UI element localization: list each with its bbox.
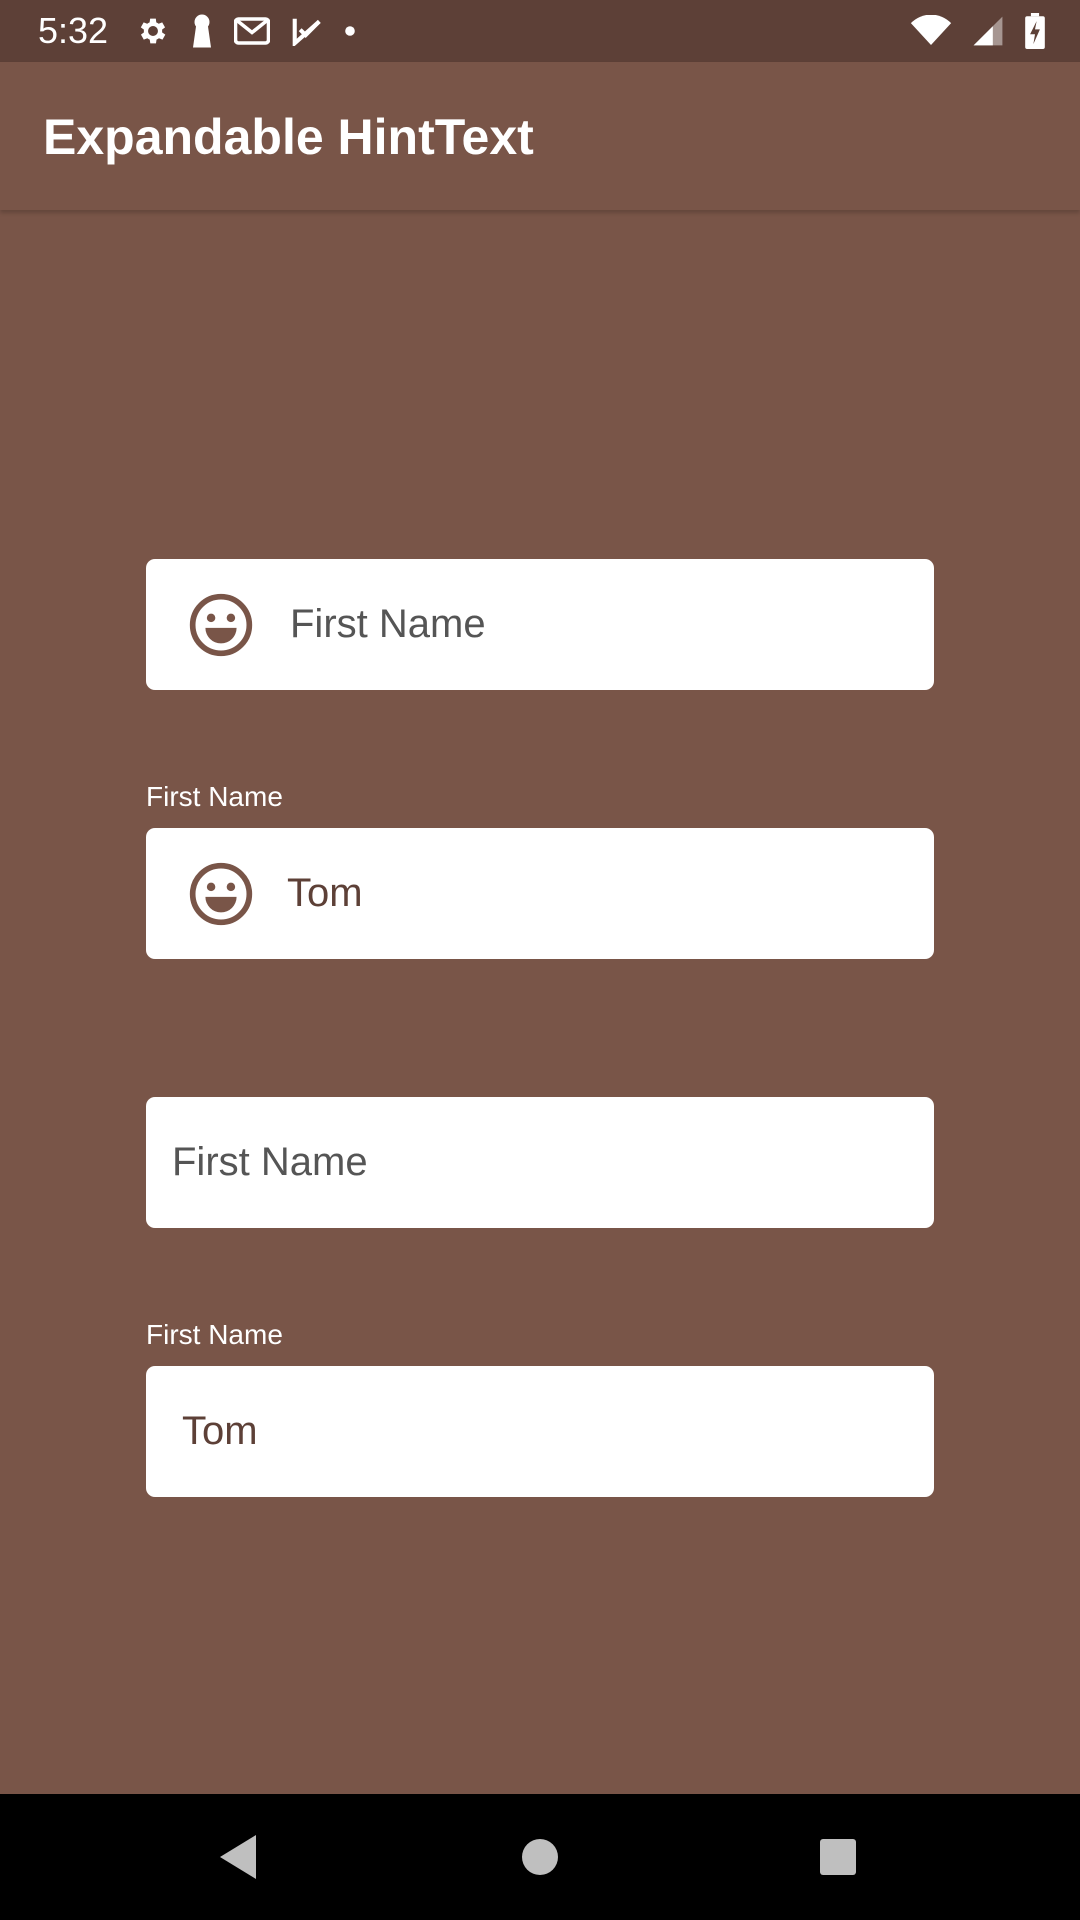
first-name-field-with-icon[interactable]: First Name [146,559,934,690]
gear-icon [140,18,166,44]
first-name-floating-label: First Name [146,781,283,812]
recents-button[interactable] [808,1827,868,1887]
recents-icon [820,1839,856,1875]
home-icon [522,1839,558,1875]
wifi-icon [910,15,952,45]
first-name-floating-label: First Name [146,1319,283,1350]
navigation-bar [0,1794,1080,1920]
dot-icon [345,26,355,36]
first-name-field[interactable]: First Name [146,1097,934,1228]
task-check-icon [292,18,321,46]
first-name-value: Tom [182,1409,258,1453]
home-button[interactable] [510,1827,570,1887]
signal-icon [973,16,1003,46]
status-icons-left [136,12,356,50]
keyhole-icon [193,14,211,48]
gmail-icon [234,17,270,45]
back-button[interactable] [208,1827,268,1887]
first-name-value: Tom [287,871,363,915]
first-name-field-filled[interactable]: Tom [146,1366,934,1497]
smiley-icon [189,862,253,926]
back-icon [220,1835,256,1879]
battery-charging-icon [1025,13,1045,49]
first-name-field-with-icon-filled[interactable]: Tom [146,828,934,959]
smiley-icon [189,593,253,657]
status-icons-right [910,12,1046,50]
app-bar: Expandable HintText [0,62,1080,210]
page-title: Expandable HintText [43,109,534,165]
status-bar: 5:32 [0,0,1080,62]
status-time: 5:32 [38,10,109,51]
first-name-hint: First Name [290,602,486,646]
first-name-hint: First Name [172,1140,368,1184]
